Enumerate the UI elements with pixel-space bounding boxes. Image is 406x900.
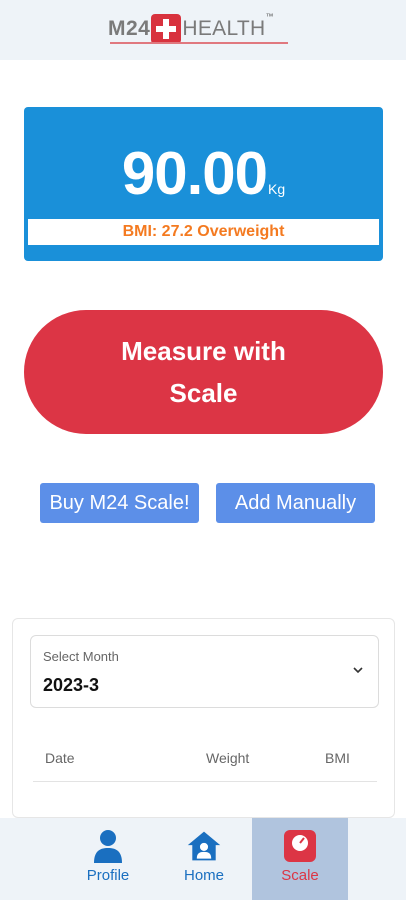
person-icon [90,828,126,864]
nav-tab-profile[interactable]: Profile [72,818,144,900]
measure-with-scale-button[interactable]: Measure with Scale [24,310,383,434]
weight-display: 90.00Kg [24,139,383,208]
nav-tab-home[interactable]: Home [168,818,240,900]
medical-cross-icon [151,14,182,44]
add-manually-button[interactable]: Add Manually [216,483,375,523]
column-header-weight: Weight [206,750,250,766]
month-select-label: Select Month [43,649,119,664]
nav-label-scale: Scale [281,867,319,884]
logo-underline [110,42,288,44]
weight-log-card: Select Month 2023-3 Date Weight BMI [12,618,395,818]
trademark-symbol: ™ [265,12,274,21]
table-header-divider [33,781,377,782]
buy-scale-button[interactable]: Buy M24 Scale! [40,483,199,523]
bmi-status: BMI: 27.2 Overweight [28,219,379,245]
app-logo: M24 HEALTH ™ [108,12,274,44]
nav-label-home: Home [183,867,224,884]
nav-tab-scale[interactable]: Scale [252,818,348,900]
app-header: M24 HEALTH ™ [0,0,406,60]
month-select[interactable]: Select Month 2023-3 [30,635,379,708]
weight-unit: Kg [268,181,286,197]
nav-label-profile: Profile [86,867,130,884]
logo-m24-text: M24 [108,17,151,40]
column-header-bmi: BMI [325,750,350,766]
logo-health-text: HEALTH [182,17,266,40]
weight-value: 90.00 [121,140,268,207]
weight-card: 90.00Kg BMI: 27.2 Overweight [24,107,383,261]
column-header-date: Date [45,750,75,766]
home-icon [186,828,222,864]
scale-icon [282,828,318,864]
chevron-down-icon [353,667,363,674]
bottom-navigation: Profile Home Scale [0,818,406,900]
month-select-value: 2023-3 [43,675,100,695]
